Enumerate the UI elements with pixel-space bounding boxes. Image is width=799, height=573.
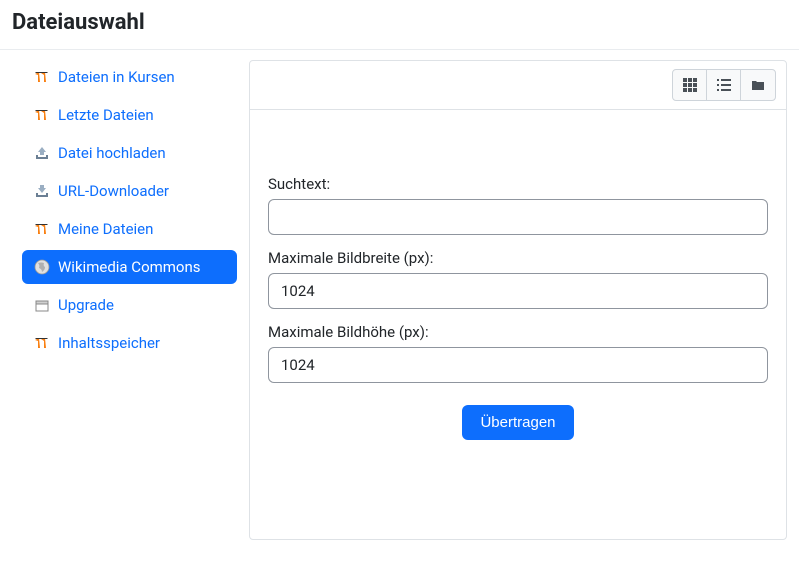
sidebar-item-label: Letzte Dateien (58, 106, 154, 124)
download-icon (34, 183, 50, 199)
moodle-icon (34, 335, 50, 351)
sidebar-item-course-files[interactable]: Dateien in Kursen (22, 60, 237, 94)
globe-icon (34, 259, 50, 275)
moodle-icon (34, 107, 50, 123)
grid-view-button[interactable] (673, 70, 707, 100)
sidebar-item-upgrade[interactable]: Upgrade (22, 288, 237, 322)
moodle-icon (34, 221, 50, 237)
view-toolbar (250, 61, 786, 110)
sidebar-item-my-files[interactable]: Meine Dateien (22, 212, 237, 246)
page-title: Dateiauswahl (0, 0, 799, 50)
height-label: Maximale Bildhöhe (px): (268, 323, 768, 341)
sidebar-item-label: URL-Downloader (58, 182, 169, 200)
search-label: Suchtext: (268, 175, 768, 193)
sidebar-item-url-downloader[interactable]: URL-Downloader (22, 174, 237, 208)
list-view-button[interactable] (707, 70, 741, 100)
search-input[interactable] (268, 199, 768, 235)
main-panel: Suchtext: Maximale Bildbreite (px): Maxi… (249, 60, 787, 540)
sidebar-item-label: Inhaltsspeicher (58, 334, 160, 352)
height-input[interactable] (268, 347, 768, 383)
sidebar-item-label: Dateien in Kursen (58, 68, 175, 86)
upload-icon (34, 145, 50, 161)
sidebar-item-content-bank[interactable]: Inhaltsspeicher (22, 326, 237, 360)
folder-icon (751, 78, 765, 92)
repository-sidebar: Dateien in Kursen Letzte Dateien Datei h… (12, 50, 237, 540)
tree-view-button[interactable] (741, 70, 775, 100)
sidebar-item-label: Wikimedia Commons (58, 258, 201, 276)
moodle-icon (34, 69, 50, 85)
sidebar-item-label: Upgrade (58, 296, 114, 314)
box-icon (34, 297, 50, 313)
width-input[interactable] (268, 273, 768, 309)
search-form: Suchtext: Maximale Bildbreite (px): Maxi… (250, 110, 786, 470)
submit-button[interactable]: Übertragen (462, 405, 573, 440)
sidebar-item-label: Datei hochladen (58, 144, 166, 162)
grid-icon (683, 78, 697, 92)
sidebar-item-upload[interactable]: Datei hochladen (22, 136, 237, 170)
sidebar-item-label: Meine Dateien (58, 220, 153, 238)
width-label: Maximale Bildbreite (px): (268, 249, 768, 267)
sidebar-item-recent-files[interactable]: Letzte Dateien (22, 98, 237, 132)
sidebar-item-wikimedia[interactable]: Wikimedia Commons (22, 250, 237, 284)
list-icon (717, 78, 731, 92)
